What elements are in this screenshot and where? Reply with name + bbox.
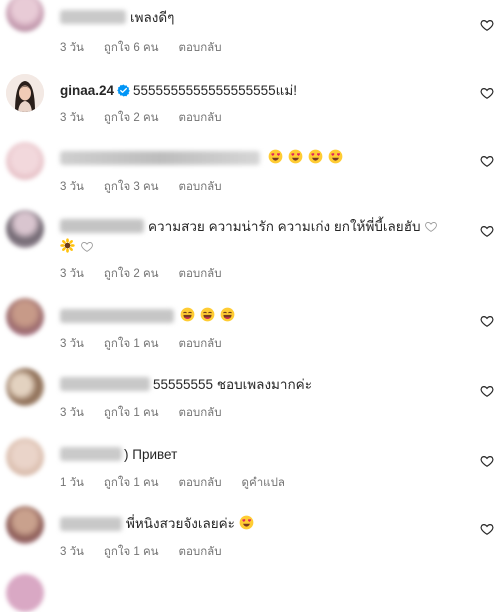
comment-time: 3 วัน <box>60 407 84 419</box>
likes-count[interactable]: ถูกใจ 1 คน <box>104 477 159 489</box>
verified-badge-icon <box>117 84 130 97</box>
comment-time: 3 วัน <box>60 112 84 124</box>
comment-text <box>268 148 460 167</box>
heart-eyes-emoji <box>308 149 323 164</box>
likes-count[interactable]: ถูกใจ 2 คน <box>104 112 159 124</box>
comment-body: พี่หนิงสวยจังเลยค่ะ <box>126 516 235 531</box>
reply-button[interactable]: ตอบกลับ <box>179 268 222 280</box>
username-blurred[interactable] <box>60 151 260 165</box>
avatar[interactable] <box>6 210 44 248</box>
username-blurred[interactable] <box>60 309 174 323</box>
laughing-emoji <box>200 307 215 322</box>
heart-outline-icon[interactable] <box>480 314 494 328</box>
white-heart-emoji <box>424 220 438 233</box>
comment-text: ) Привет <box>124 447 178 462</box>
avatar[interactable] <box>6 0 44 32</box>
likes-count[interactable]: ถูกใจ 2 คน <box>104 268 159 280</box>
comment-meta: 3 วัน ถูกใจ 2 คน ตอบกลับ <box>60 109 242 127</box>
heart-eyes-emoji <box>268 149 283 164</box>
comment-meta: 3 วัน ถูกใจ 1 คน ตอบกลับ <box>60 335 242 353</box>
comment-time: 3 วัน <box>60 546 84 558</box>
heart-eyes-emoji <box>328 149 343 164</box>
avatar[interactable] <box>6 438 44 476</box>
comment-text: ginaa.24 5555555555555555555แม่! <box>60 81 460 100</box>
heart-outline-icon[interactable] <box>480 384 494 398</box>
avatar[interactable] <box>6 368 44 406</box>
username-blurred[interactable] <box>60 517 122 531</box>
avatar[interactable] <box>6 506 44 544</box>
comment-meta: 3 วัน ถูกใจ 1 คน ตอบกลับ <box>60 543 242 561</box>
white-heart-emoji <box>80 240 94 253</box>
likes-count[interactable]: ถูกใจ 3 คน <box>104 181 159 193</box>
comment-body: ความสวย ความน่ารัก ความเก่ง ยกให้พี่บี้เ… <box>148 219 421 234</box>
comment-time: 3 วัน <box>60 338 84 350</box>
avatar[interactable] <box>6 74 44 112</box>
heart-outline-icon[interactable] <box>480 522 494 536</box>
comment-time: 3 วัน <box>60 181 84 193</box>
comment-text: พี่หนิงสวยจังเลยค่ะ <box>126 514 460 533</box>
comment-text: เพลงดีๆ <box>130 10 175 25</box>
heart-eyes-emoji <box>239 515 254 530</box>
comment-time: 1 วัน <box>60 477 84 489</box>
comment-meta: 3 วัน ถูกใจ 6 คน ตอบกลับ <box>60 39 242 57</box>
likes-count[interactable]: ถูกใจ 1 คน <box>104 407 159 419</box>
heart-outline-icon[interactable] <box>480 86 494 100</box>
comment-time: 3 วัน <box>60 268 84 280</box>
reply-button[interactable]: ตอบกลับ <box>179 477 222 489</box>
comment-meta: 3 วัน ถูกใจ 2 คน ตอบกลับ <box>60 265 242 283</box>
reply-button[interactable]: ตอบกลับ <box>179 407 222 419</box>
laughing-emoji <box>180 307 195 322</box>
comment-meta: 1 วัน ถูกใจ 1 คน ตอบกลับ ดูคำแปล <box>60 474 305 492</box>
see-translation-button[interactable]: ดูคำแปล <box>242 477 285 489</box>
heart-outline-icon[interactable] <box>480 18 494 32</box>
reply-button[interactable]: ตอบกลับ <box>179 546 222 558</box>
comment-text: 55555555 ชอบเพลงมากค่ะ <box>153 377 312 392</box>
reply-button[interactable]: ตอบกลับ <box>179 181 222 193</box>
avatar[interactable] <box>6 298 44 336</box>
heart-outline-icon[interactable] <box>480 224 494 238</box>
comment-text-line2 <box>60 237 460 256</box>
sunflower-emoji <box>60 238 75 253</box>
laughing-emoji <box>220 307 235 322</box>
heart-outline-icon[interactable] <box>480 454 494 468</box>
comment-text: ความสวย ความน่ารัก ความเก่ง ยกให้พี่บี้เ… <box>148 217 460 236</box>
heart-eyes-emoji <box>288 149 303 164</box>
likes-count[interactable]: ถูกใจ 1 คน <box>104 546 159 558</box>
username-blurred[interactable] <box>60 10 126 24</box>
comment-meta: 3 วัน ถูกใจ 1 คน ตอบกลับ <box>60 404 242 422</box>
username-blurred[interactable] <box>60 377 150 391</box>
comment-time: 3 วัน <box>60 42 84 54</box>
username[interactable]: ginaa.24 <box>60 83 114 98</box>
likes-count[interactable]: ถูกใจ 6 คน <box>104 42 159 54</box>
reply-button[interactable]: ตอบกลับ <box>179 112 222 124</box>
reply-button[interactable]: ตอบกลับ <box>179 42 222 54</box>
heart-outline-icon[interactable] <box>480 154 494 168</box>
likes-count[interactable]: ถูกใจ 1 คน <box>104 338 159 350</box>
comment-text <box>180 306 460 325</box>
comment-meta: 3 วัน ถูกใจ 3 คน ตอบกลับ <box>60 178 242 196</box>
username-blurred[interactable] <box>60 447 122 461</box>
avatar[interactable] <box>6 142 44 180</box>
reply-button[interactable]: ตอบกลับ <box>179 338 222 350</box>
username-blurred[interactable] <box>60 219 144 233</box>
comment-body: 5555555555555555555แม่! <box>133 83 298 98</box>
